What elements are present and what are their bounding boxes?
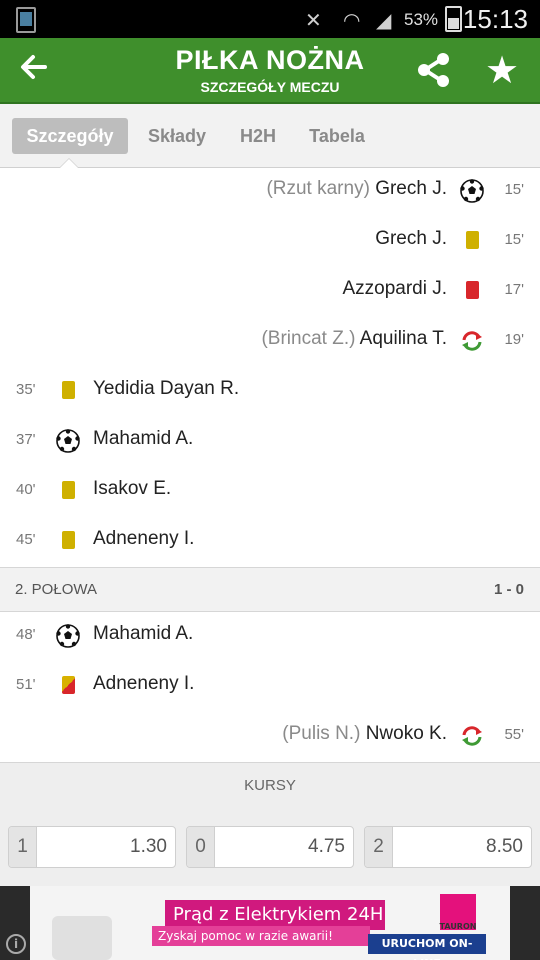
event-minute: 45' — [16, 531, 36, 548]
favorite-star-icon[interactable]: ★ — [485, 50, 519, 90]
event-row: (Brincat Z.) Aquilina T. 19' — [0, 316, 540, 366]
battery-level: 53% — [404, 10, 439, 29]
event-player: (Pulis N.) Nwoko K. — [282, 723, 447, 744]
odds-away-button[interactable]: 2 8.50 — [364, 826, 532, 868]
event-player: Isakov E. — [93, 478, 172, 499]
event-note: (Pulis N.) — [282, 723, 361, 744]
event-minute: 48' — [16, 626, 36, 643]
event-minute: 17' — [504, 281, 524, 298]
event-minute: 15' — [504, 231, 524, 248]
half-label: 2. POŁOWA — [15, 581, 97, 598]
goal-ball-icon — [460, 179, 484, 208]
odds-value: 1.30 — [130, 836, 167, 857]
page-title: PIŁKA NOŻNA — [175, 45, 365, 75]
tab-h2h[interactable]: H2H — [228, 118, 288, 154]
substitution-icon — [460, 329, 484, 358]
event-minute: 55' — [504, 726, 524, 743]
event-minute: 15' — [504, 181, 524, 198]
ad-subline: Zyskaj pomoc w razie awarii! — [152, 926, 370, 946]
odds-label: 1 — [9, 827, 37, 867]
event-row: 35' Yedidia Dayan R. — [0, 366, 540, 416]
second-half-header: 2. POŁOWA 1 - 0 — [0, 567, 540, 612]
signal-icon: ◢ — [376, 8, 392, 32]
tab-tabela[interactable]: Tabela — [298, 118, 376, 154]
event-row: Azzopardi J. 17' — [0, 266, 540, 316]
info-icon[interactable]: i — [6, 934, 26, 954]
plug-socket-icon — [52, 916, 112, 960]
event-row: 51' Adneneny I. — [0, 661, 540, 711]
status-bar: ✕ ◠ ◢ 53% 15:13 — [0, 0, 540, 38]
yellow-card-icon — [460, 229, 479, 249]
red-card-icon — [460, 279, 479, 299]
share-icon[interactable] — [416, 52, 452, 88]
event-row: Grech J. 15' — [0, 216, 540, 266]
goal-ball-icon — [56, 429, 80, 458]
event-player: Azzopardi J. — [342, 278, 447, 299]
event-player: Adneneny I. — [93, 528, 195, 549]
app-bar: PIŁKA NOŻNA SZCZEGÓŁY MECZU ★ — [0, 38, 540, 104]
goal-ball-icon — [56, 624, 80, 653]
odds-value: 4.75 — [308, 836, 345, 857]
odds-label: 0 — [187, 827, 215, 867]
substitution-icon — [460, 724, 484, 753]
second-yellow-card-icon — [56, 674, 75, 694]
event-row: 45' Adneneny I. — [0, 516, 540, 566]
event-player: Yedidia Dayan R. — [93, 378, 240, 399]
ad-brand: TAURON — [439, 922, 477, 931]
wifi-icon: ◠ — [343, 8, 361, 32]
event-player: Adneneny I. — [93, 673, 195, 694]
event-row: (Pulis N.) Nwoko K. 55' — [0, 711, 540, 761]
yellow-card-icon — [56, 479, 75, 499]
yellow-card-icon — [56, 379, 75, 399]
ad-creative[interactable]: Prąd z Elektrykiem 24H Zyskaj pomoc w ra… — [30, 886, 510, 960]
tab-sklady[interactable]: Składy — [136, 118, 218, 154]
yellow-card-icon — [56, 529, 75, 549]
event-minute: 37' — [16, 431, 36, 448]
event-player: (Rzut karny) Grech J. — [266, 178, 447, 199]
event-minute: 51' — [16, 676, 36, 693]
event-row: 48' Mahamid A. — [0, 611, 540, 661]
event-note: (Rzut karny) — [266, 178, 370, 199]
event-player: Grech J. — [375, 228, 447, 249]
event-minute: 19' — [504, 331, 524, 348]
clock: 15:13 — [462, 4, 528, 34]
ad-banner[interactable]: i Prąd z Elektrykiem 24H Zyskaj pomoc w … — [0, 886, 540, 960]
odds-home-button[interactable]: 1 1.30 — [8, 826, 176, 868]
event-row: 40' Isakov E. — [0, 466, 540, 516]
ad-cta-button[interactable]: URUCHOM ON-LINE — [368, 934, 486, 960]
odds-section: KURSY 1 1.30 0 4.75 2 8.50 — [0, 762, 540, 886]
battery-icon — [445, 6, 462, 32]
tab-szczegoly[interactable]: Szczegóły — [12, 118, 128, 154]
odds-label: 2 — [365, 827, 393, 867]
page-subtitle: SZCZEGÓŁY MECZU — [200, 79, 340, 95]
tab-bar: Szczegóły Składy H2H Tabela — [0, 104, 540, 168]
event-player: Mahamid A. — [93, 623, 194, 644]
mute-icon: ✕ — [305, 8, 322, 32]
event-row: (Rzut karny) Grech J. 15' — [0, 166, 540, 216]
odds-draw-button[interactable]: 0 4.75 — [186, 826, 354, 868]
odds-value: 8.50 — [486, 836, 523, 857]
event-row: 37' Mahamid A. — [0, 416, 540, 466]
event-note: (Brincat Z.) — [261, 328, 356, 349]
odds-title: KURSY — [244, 777, 296, 794]
half-score: 1 - 0 — [493, 581, 524, 598]
app-notification-icon — [16, 7, 36, 33]
event-player: Mahamid A. — [93, 428, 194, 449]
event-minute: 40' — [16, 481, 36, 498]
event-player: (Brincat Z.) Aquilina T. — [261, 328, 447, 349]
event-minute: 35' — [16, 381, 36, 398]
